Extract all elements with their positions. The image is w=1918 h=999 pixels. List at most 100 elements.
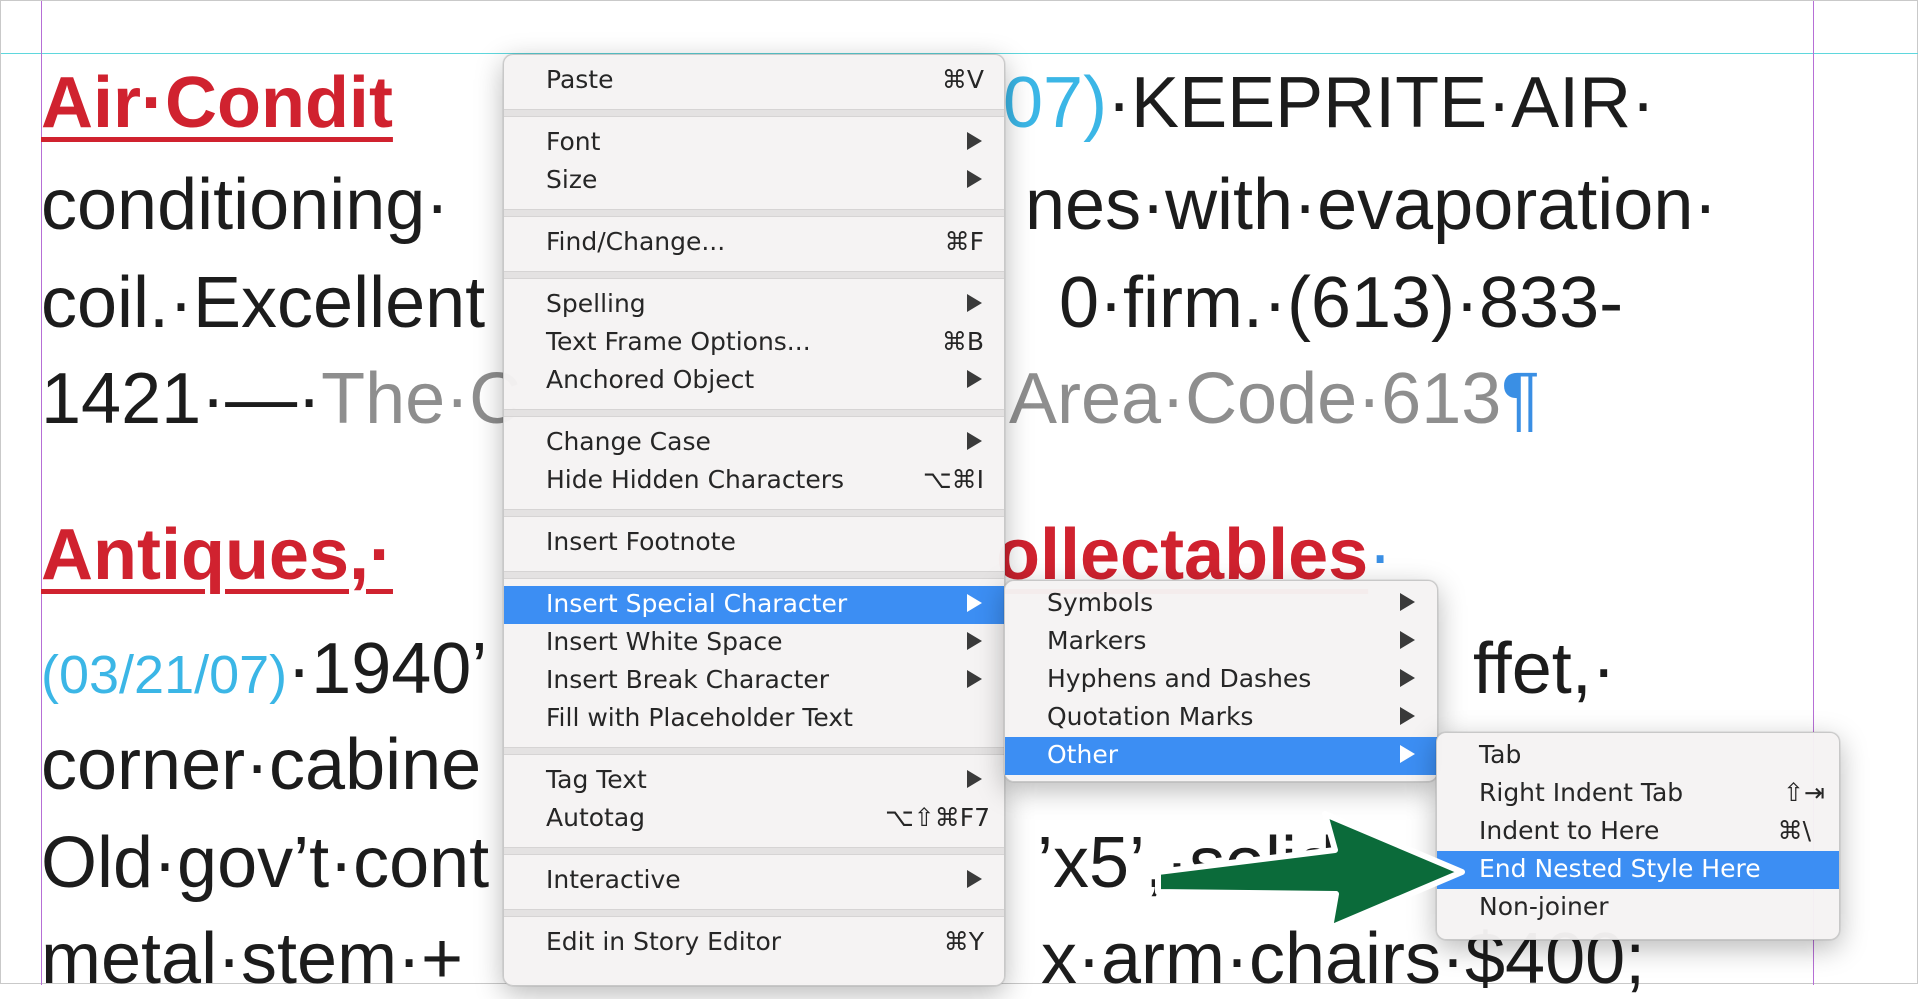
- text-line: Area·Code·613¶: [1009, 359, 1540, 439]
- menu-item-text-frame-options[interactable]: Text Frame Options... ⌘B: [504, 324, 1004, 362]
- submenu-arrow-icon: [1400, 631, 1415, 649]
- submenu-arrow-icon: [967, 432, 982, 450]
- menu-item-label: Hyphens and Dashes: [1047, 664, 1312, 693]
- menu-item-shortcut: ⌥⌘I: [922, 465, 984, 494]
- arrow-shape: [1155, 811, 1465, 931]
- menu-separator: [504, 847, 1004, 855]
- submenu-item-other[interactable]: Other: [1005, 737, 1437, 775]
- other-submenu: Tab Right Indent Tab ⇧⇥ Indent to Here ⌘…: [1436, 732, 1840, 940]
- menu-item-label: Paste: [546, 65, 614, 94]
- text-line: 07)·KEEPRITE·AIR·: [1003, 63, 1655, 143]
- menu-item-change-case[interactable]: Change Case: [504, 424, 1004, 462]
- submenu-item-tab[interactable]: Tab: [1437, 737, 1839, 775]
- submenu-item-hyphens-and-dashes[interactable]: Hyphens and Dashes: [1005, 661, 1437, 699]
- menu-item-label: Insert Break Character: [546, 665, 830, 694]
- menu-item-insert-footnote[interactable]: Insert Footnote: [504, 524, 1004, 562]
- menu-item-label: Symbols: [1047, 588, 1154, 617]
- submenu-item-indent-to-here[interactable]: Indent to Here ⌘\: [1437, 813, 1839, 851]
- menu-item-interactive[interactable]: Interactive: [504, 862, 1004, 900]
- menu-item-label: Interactive: [546, 865, 681, 894]
- menu-separator: [504, 109, 1004, 117]
- submenu-arrow-icon: [967, 294, 982, 312]
- menu-item-shortcut: ⌘V: [941, 65, 984, 94]
- menu-item-fill-with-placeholder-text[interactable]: Fill with Placeholder Text: [504, 700, 1004, 738]
- menu-item-insert-special-character[interactable]: Insert Special Character: [504, 586, 1004, 624]
- text-run: metal·stem·+: [41, 919, 464, 999]
- submenu-item-end-nested-style-here[interactable]: End Nested Style Here: [1437, 851, 1839, 889]
- submenu-item-non-joiner[interactable]: Non-joiner: [1437, 889, 1839, 927]
- text-run: 1421·—·: [41, 359, 322, 439]
- menu-item-label: Change Case: [546, 427, 711, 456]
- submenu-arrow-icon: [1400, 707, 1415, 725]
- text-line: metal·stem·+: [41, 919, 463, 999]
- menu-item-label: Insert Special Character: [546, 589, 848, 618]
- text-line: Antiques,·: [41, 515, 393, 595]
- text-line: nes·with·evaporation·: [1025, 165, 1717, 245]
- text-line: conditioning·: [41, 165, 449, 245]
- submenu-arrow-icon: [967, 870, 982, 888]
- submenu-arrow-icon: [967, 170, 982, 188]
- menu-item-label: Size: [546, 165, 598, 194]
- menu-item-hide-hidden-characters[interactable]: Hide Hidden Characters ⌥⌘I: [504, 462, 1004, 500]
- menu-item-label: Quotation Marks: [1047, 702, 1254, 731]
- menu-separator: [504, 909, 1004, 917]
- text-line: ffet,·: [1473, 629, 1616, 709]
- source-text: The·C: [321, 359, 522, 439]
- menu-separator: [504, 209, 1004, 217]
- menu-item-label: Insert Footnote: [546, 527, 736, 556]
- text-run: conditioning·: [41, 165, 450, 245]
- menu-separator: [504, 409, 1004, 417]
- submenu-item-symbols[interactable]: Symbols: [1005, 585, 1437, 623]
- submenu-item-quotation-marks[interactable]: Quotation Marks: [1005, 699, 1437, 737]
- menu-item-shortcut: ⌘F: [944, 227, 984, 256]
- menu-item-label: Hide Hidden Characters: [546, 465, 845, 494]
- text-run: Old·gov’t·cont: [41, 823, 490, 903]
- menu-separator: [504, 571, 1004, 579]
- text-line: coil.·Excellent: [41, 263, 485, 343]
- menu-item-insert-break-character[interactable]: Insert Break Character: [504, 662, 1004, 700]
- submenu-item-markers[interactable]: Markers: [1005, 623, 1437, 661]
- menu-separator: [504, 271, 1004, 279]
- text-run: ·1940’: [287, 629, 488, 709]
- text-run: nes·with·evaporation·: [1025, 165, 1718, 245]
- text-line: 0·firm.·(613)·833-: [1059, 263, 1623, 343]
- menu-item-label: Insert White Space: [546, 627, 783, 656]
- menu-item-label: Font: [546, 127, 601, 156]
- text-run: coil.·Excellent: [41, 263, 486, 343]
- menu-item-insert-white-space[interactable]: Insert White Space: [504, 624, 1004, 662]
- menu-item-shortcut: ⇧⇥: [1783, 778, 1825, 807]
- menu-item-label: Tag Text: [546, 765, 647, 794]
- menu-item-spelling[interactable]: Spelling: [504, 286, 1004, 324]
- menu-item-shortcut: ⌘\: [1777, 816, 1811, 845]
- text-line: 1421·—·The·C: [41, 359, 521, 439]
- text-run: corner·cabine: [41, 725, 482, 805]
- date-fragment: 07): [1003, 63, 1108, 143]
- menu-item-find-change[interactable]: Find/Change... ⌘F: [504, 224, 1004, 262]
- text-line: (03/21/07)·1940’: [41, 629, 487, 715]
- menu-item-autotag[interactable]: Autotag ⌥⇧⌘F7: [504, 800, 1004, 838]
- category-heading: Air·Condit: [41, 63, 393, 143]
- menu-item-label: Right Indent Tab: [1479, 778, 1684, 807]
- menu-item-edit-in-story-editor[interactable]: Edit in Story Editor ⌘Y: [504, 924, 1004, 962]
- text-line: Air·Condit: [41, 63, 393, 143]
- submenu-arrow-icon: [1400, 593, 1415, 611]
- menu-item-paste[interactable]: Paste ⌘V: [504, 62, 1004, 100]
- menu-item-label: Fill with Placeholder Text: [546, 703, 853, 732]
- menu-item-label: Spelling: [546, 289, 646, 318]
- menu-item-label: Find/Change...: [546, 227, 726, 256]
- menu-separator: [504, 747, 1004, 755]
- menu-item-tag-text[interactable]: Tag Text: [504, 762, 1004, 800]
- text-line: corner·cabine: [41, 725, 481, 805]
- green-arrow-icon: [1155, 811, 1465, 931]
- menu-item-label: Anchored Object: [546, 365, 755, 394]
- menu-item-label: Tab: [1479, 740, 1522, 769]
- submenu-item-right-indent-tab[interactable]: Right Indent Tab ⇧⇥: [1437, 775, 1839, 813]
- menu-item-shortcut: ⌘Y: [943, 927, 984, 956]
- menu-item-size[interactable]: Size: [504, 162, 1004, 200]
- menu-item-anchored-object[interactable]: Anchored Object: [504, 362, 1004, 400]
- text-run: ·KEEPRITE·AIR·: [1107, 63, 1656, 143]
- menu-item-label: Markers: [1047, 626, 1147, 655]
- submenu-arrow-icon: [967, 770, 982, 788]
- submenu-arrow-icon: [1400, 745, 1415, 763]
- menu-item-font[interactable]: Font: [504, 124, 1004, 162]
